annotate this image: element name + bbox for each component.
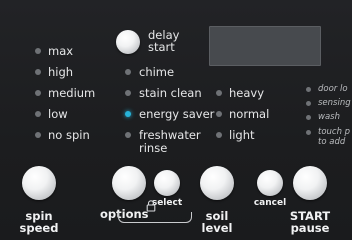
spin-low-label: low [48, 107, 68, 121]
cancel-label: cancel [253, 198, 287, 208]
freshwater-label: freshwater [139, 128, 201, 142]
spin-low-indicator [35, 111, 41, 117]
door-lock-label: door lo [318, 84, 348, 94]
wash-indicator [306, 115, 311, 120]
delay-start-label-line2: start [148, 40, 175, 54]
soil-level-button[interactable] [200, 166, 234, 200]
to-add-label: to add [318, 137, 346, 147]
sensing-label: sensing [318, 98, 351, 108]
soil-heavy-label: heavy [229, 86, 265, 100]
rinse-label: rinse [139, 141, 168, 155]
chime-label: chime [139, 65, 175, 79]
spin-high-label: high [48, 65, 74, 79]
options-select-bracket [118, 212, 192, 223]
start-pause-button[interactable] [293, 166, 327, 200]
spin-no-spin-label: no spin [48, 128, 90, 142]
door-lock-indicator [306, 87, 311, 92]
spin-speed-label-line2: speed [19, 221, 59, 235]
soil-normal-indicator [216, 111, 222, 117]
pause-label: pause [290, 221, 330, 235]
spin-high-indicator [35, 69, 41, 75]
status-display [209, 26, 321, 66]
spin-medium-label: medium [48, 86, 96, 100]
cancel-button[interactable] [257, 170, 283, 196]
freshwater-rinse-indicator [125, 132, 131, 138]
washer-control-panel: max high medium low no spin delay start … [0, 0, 352, 240]
energy-saver-label: energy saver [139, 107, 215, 121]
soil-light-label: light [229, 128, 255, 142]
soil-light-indicator [216, 132, 222, 138]
stain-clean-label: stain clean [139, 86, 202, 100]
lock-icon [146, 200, 156, 212]
spin-max-indicator [35, 48, 41, 54]
select-button[interactable] [154, 170, 180, 196]
spin-speed-button[interactable] [22, 166, 56, 200]
soil-heavy-indicator [216, 90, 222, 96]
stain-clean-indicator [125, 90, 131, 96]
touch-pause-label: touch p [318, 127, 351, 137]
touch-pause-indicator [306, 130, 311, 135]
options-button[interactable] [112, 166, 146, 200]
energy-saver-indicator [125, 111, 131, 117]
soil-level-label-line2: level [201, 221, 233, 235]
spin-no-spin-indicator [35, 132, 41, 138]
chime-indicator [125, 69, 131, 75]
wash-label: wash [318, 112, 340, 122]
delay-start-button[interactable] [116, 30, 140, 54]
soil-normal-label: normal [229, 107, 270, 121]
spin-medium-indicator [35, 90, 41, 96]
spin-max-label: max [48, 44, 74, 58]
sensing-indicator [306, 101, 311, 106]
